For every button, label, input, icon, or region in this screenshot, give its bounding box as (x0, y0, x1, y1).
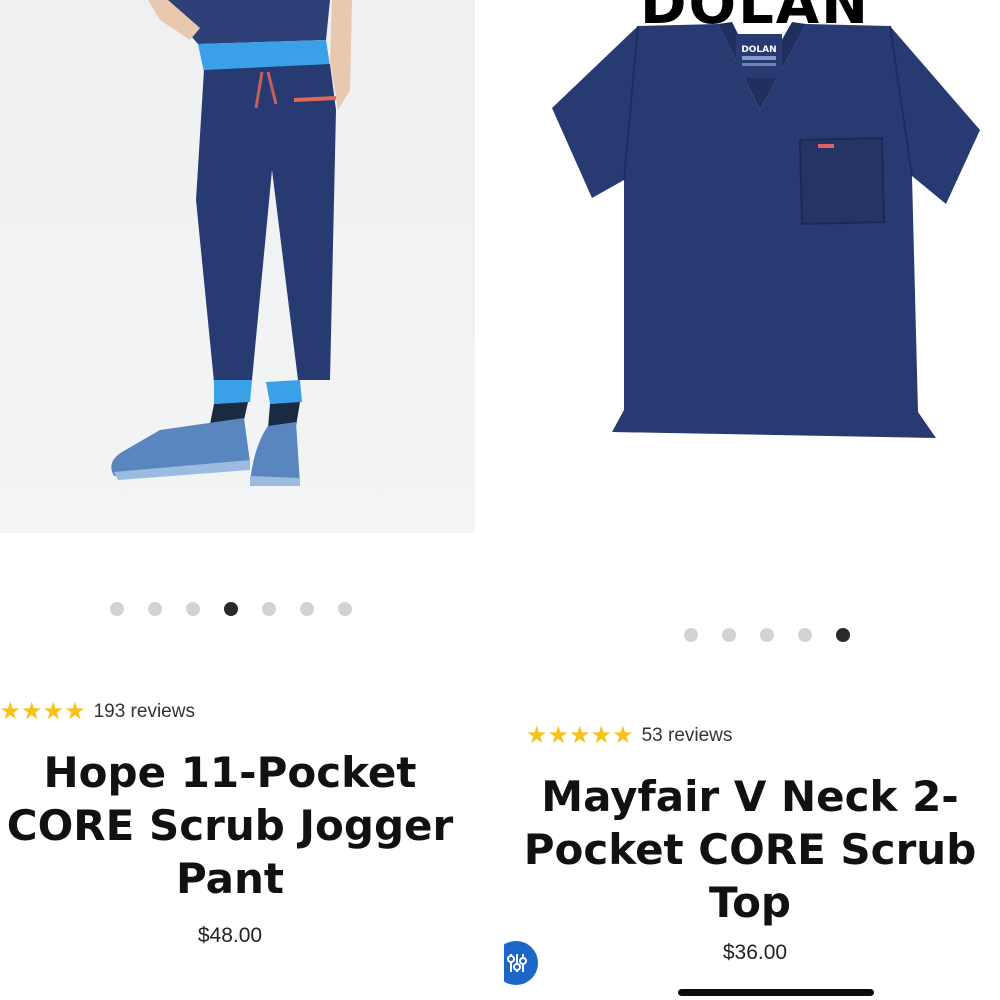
review-count: 53 reviews (641, 724, 733, 746)
product-title-line: Hope 11-Pocket (43, 748, 417, 797)
carousel-dot[interactable] (338, 602, 352, 616)
carousel-dot[interactable] (722, 628, 736, 642)
product-title[interactable]: Hope 11-Pocket CORE Scrub Jogger Pant (0, 746, 490, 905)
product-card-mayfair-top[interactable]: DOLAN DOLAN ★★★★★ 53 reviews Mayfair V N… (500, 0, 1000, 1000)
carousel-dot[interactable] (760, 628, 774, 642)
carousel-dot[interactable] (224, 602, 238, 616)
product-image-jogger-pant[interactable] (0, 0, 475, 533)
carousel-dot[interactable] (300, 602, 314, 616)
product-price: $48.00 (197, 924, 263, 947)
image-carousel-dots[interactable] (110, 602, 352, 616)
product-title-line: Mayfair V Neck 2- (541, 772, 959, 821)
sliders-icon (507, 954, 527, 972)
rating-summary[interactable]: ★★★★★ 53 reviews (526, 721, 732, 750)
product-title[interactable]: Mayfair V Neck 2- Pocket CORE Scrub Top (500, 770, 1000, 929)
neck-label-brand: DOLAN (741, 45, 776, 55)
jogger-pant-illustration (111, 0, 352, 486)
product-image-scrub-top[interactable]: DOLAN DOLAN (500, 0, 1000, 560)
carousel-dot[interactable] (836, 628, 850, 642)
carousel-dot[interactable] (262, 602, 276, 616)
carousel-dot[interactable] (148, 602, 162, 616)
star-rating-icon: ★★★★★ (526, 722, 634, 749)
carousel-dot[interactable] (798, 628, 812, 642)
scrub-top-illustration: DOLAN (552, 22, 980, 438)
image-carousel-dots[interactable] (684, 628, 850, 642)
review-count: 193 reviews (93, 700, 195, 722)
star-rating-icon: ★★★★★ (0, 698, 86, 725)
home-indicator[interactable] (678, 989, 874, 996)
carousel-dot[interactable] (186, 602, 200, 616)
product-price: $36.00 (722, 941, 788, 964)
carousel-dot[interactable] (110, 602, 124, 616)
product-title-line: Pant (176, 854, 284, 903)
product-title-line: CORE Scrub Jogger (6, 801, 454, 850)
product-card-hope-jogger[interactable]: ★★★★★ 193 reviews Hope 11-Pocket CORE Sc… (0, 0, 490, 1000)
carousel-dot[interactable] (684, 628, 698, 642)
product-title-line: Top (709, 878, 791, 927)
rating-summary[interactable]: ★★★★★ 193 reviews (0, 697, 195, 726)
product-title-line: Pocket CORE Scrub (523, 825, 977, 874)
